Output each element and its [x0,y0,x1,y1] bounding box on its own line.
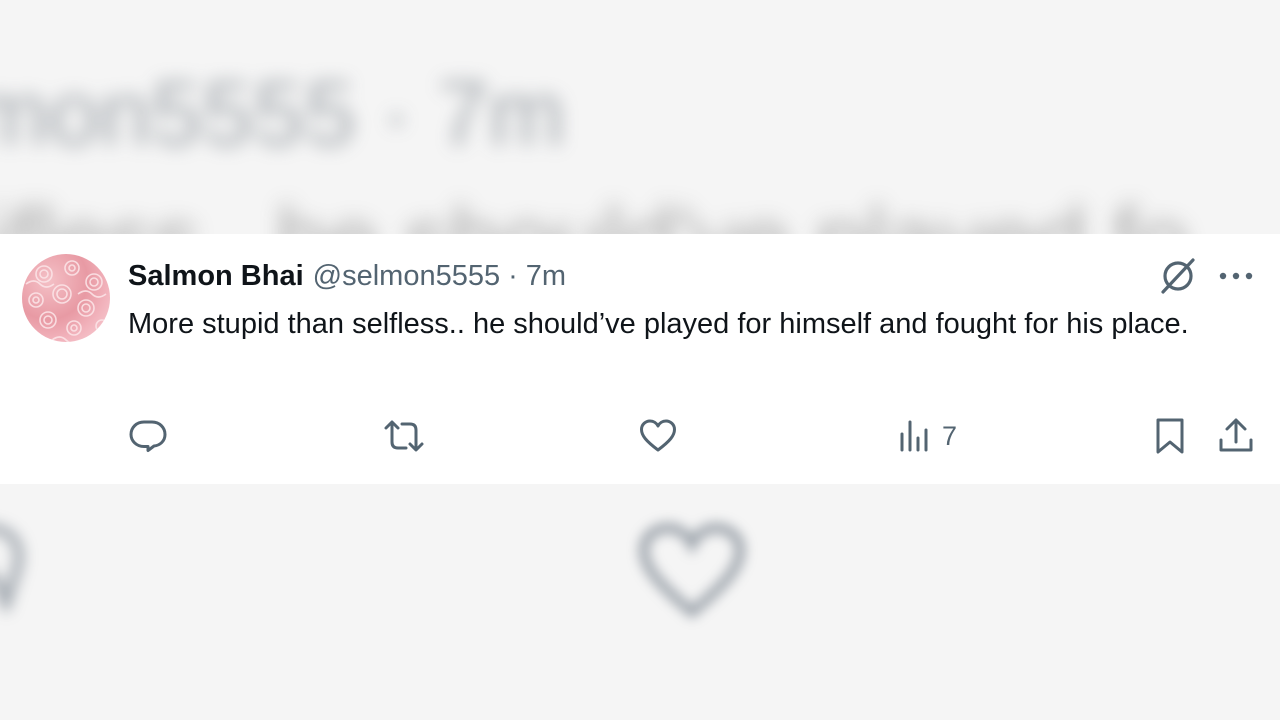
reply-icon [129,420,167,452]
more-options-button[interactable] [1214,254,1258,298]
display-name[interactable]: Salmon Bhai [128,258,304,294]
bookmark-button[interactable] [1150,414,1190,458]
views-icon [900,420,928,452]
avatar-pattern [25,260,109,342]
reply-button[interactable] [128,414,168,458]
like-button[interactable] [638,414,678,458]
tweet-header: Salmon Bhai @selmon5555 · 7m [128,258,566,294]
grok-icon [1161,258,1195,294]
heart-icon [640,419,676,452]
tweet-actions: 7 [0,414,1280,458]
user-handle[interactable]: @selmon5555 [313,258,500,294]
blurred-reply-icon [0,524,24,612]
avatar[interactable] [22,254,110,342]
views-count: 7 [942,420,958,451]
tweet-card[interactable]: Salmon Bhai @selmon5555 · 7m More stupid… [0,234,1280,484]
grok-button[interactable] [1156,254,1200,298]
tweet-timestamp[interactable]: 7m [526,258,566,294]
more-icon [1219,272,1253,280]
tweet-text: More stupid than selfless.. he should’ve… [128,308,1189,340]
retweet-button[interactable] [382,414,426,458]
share-icon [1219,418,1253,452]
bookmark-icon [1156,418,1184,454]
blurred-header-text: mon5555 · 7m [0,63,566,165]
header-separator: · [508,260,518,292]
views-button[interactable]: 7 [896,414,957,458]
share-button[interactable] [1216,414,1256,458]
blurred-heart-icon [638,522,746,619]
retweet-icon [384,420,424,452]
